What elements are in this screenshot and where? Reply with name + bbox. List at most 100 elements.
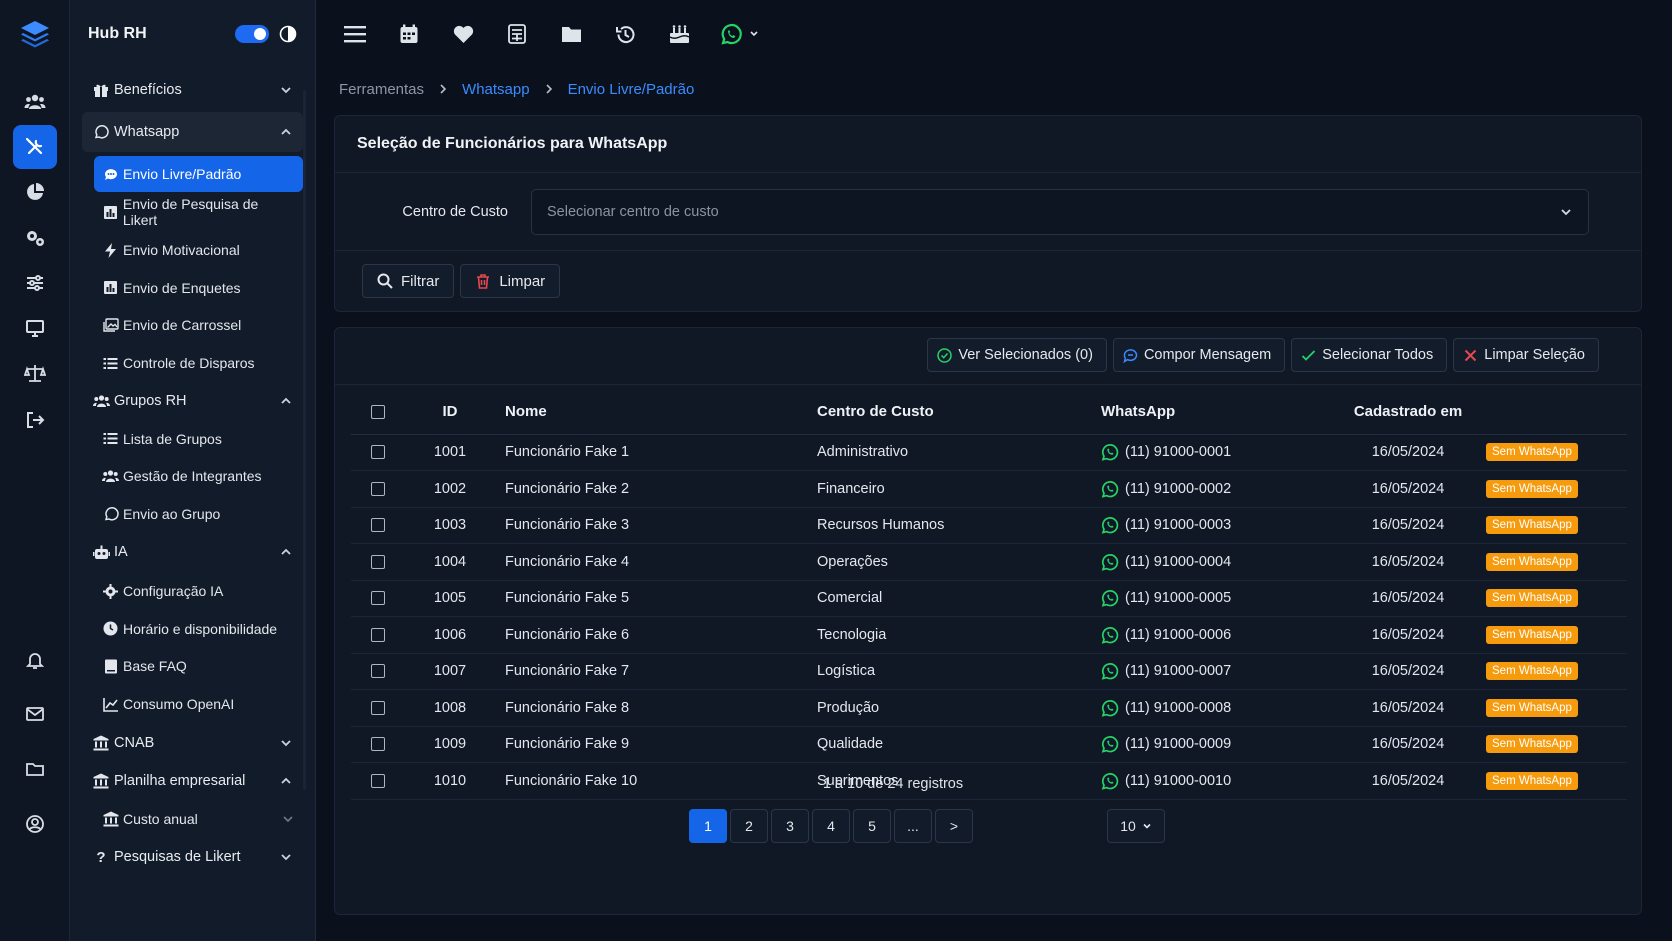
- comment-dots-icon: [102, 166, 119, 183]
- breadcrumb-current[interactable]: Envio Livre/Padrão: [568, 81, 695, 98]
- cost-center-select[interactable]: Selecionar centro de custo: [531, 188, 1589, 235]
- sidebar-item-consumo-openai[interactable]: Consumo OpenAI: [94, 685, 303, 723]
- next-page-button[interactable]: >: [935, 809, 973, 843]
- page-ellipsis[interactable]: ...: [894, 809, 932, 843]
- calendar-icon[interactable]: [396, 21, 422, 47]
- row-checkbox[interactable]: [371, 481, 385, 496]
- logout-icon[interactable]: [13, 398, 57, 442]
- row-checkbox[interactable]: [371, 554, 385, 569]
- col-cadastrado[interactable]: Cadastrado em: [1336, 390, 1480, 435]
- sidebar-item-config-ia[interactable]: Configuração IA: [94, 572, 303, 610]
- compose-message-button[interactable]: Compor Mensagem: [1112, 338, 1286, 372]
- view-selected-button[interactable]: Ver Selecionados (0): [927, 338, 1107, 372]
- search-icon: [377, 273, 393, 289]
- page-button[interactable]: 2: [730, 809, 768, 843]
- cell-centro-custo: Produção: [817, 689, 1101, 727]
- sidebar-item-envio-grupo[interactable]: Envio ao Grupo: [94, 495, 303, 532]
- clear-selection-button[interactable]: Limpar Seleção: [1453, 338, 1599, 372]
- table-row[interactable]: 1005 Funcionário Fake 5 Comercial (11) 9100…: [351, 580, 1627, 617]
- cell-centro-custo: Recursos Humanos: [817, 507, 1101, 544]
- calculator-icon[interactable]: [504, 21, 530, 47]
- table-row[interactable]: 1003 Funcionário Fake 3 Recursos Humanos (1…: [351, 507, 1627, 544]
- sidebar-item-enquetes[interactable]: Envio de Enquetes: [94, 269, 303, 306]
- breadcrumb-item[interactable]: Ferramentas: [339, 81, 424, 98]
- page-button[interactable]: 5: [853, 809, 891, 843]
- users-icon[interactable]: [13, 80, 57, 124]
- table-row[interactable]: 1009 Funcionário Fake 9 Qualidade (11) 9100…: [351, 726, 1627, 763]
- per-page-select[interactable]: 10: [1107, 809, 1165, 843]
- table-row[interactable]: 1006 Funcionário Fake 6 Tecnologia (11) 910…: [351, 616, 1627, 654]
- sidebar-group-whatsapp[interactable]: Whatsapp: [82, 112, 303, 152]
- compose-message-label: Compor Mensagem: [1143, 347, 1272, 363]
- chevron-down-icon: [1143, 823, 1151, 829]
- page-button[interactable]: 4: [812, 809, 850, 843]
- heart-icon[interactable]: [450, 21, 476, 47]
- sidebar-item-horario[interactable]: Horário e disponibilidade: [94, 610, 303, 647]
- select-all-button[interactable]: Selecionar Todos: [1291, 338, 1448, 372]
- contrast-icon[interactable]: [279, 25, 297, 43]
- mail-icon[interactable]: [13, 692, 57, 736]
- sidebar-group-cnab[interactable]: CNAB: [82, 723, 303, 762]
- monitor-icon[interactable]: [13, 306, 57, 350]
- col-whatsapp[interactable]: WhatsApp: [1101, 390, 1336, 435]
- whatsapp-icon: [1101, 626, 1119, 644]
- page-button[interactable]: 1: [689, 809, 727, 843]
- sidebar-item-likert[interactable]: Envio de Pesquisa de Likert: [94, 193, 303, 231]
- app-title: Hub RH: [88, 25, 147, 42]
- cell-nome: Funcionário Fake 2: [495, 470, 817, 508]
- sidebar-item-carrossel[interactable]: Envio de Carrossel: [94, 306, 303, 344]
- col-centro-custo[interactable]: Centro de Custo: [817, 390, 1101, 435]
- whatsapp-menu-icon[interactable]: [720, 21, 760, 47]
- table-row[interactable]: 1001 Funcionário Fake 1 Administrativo (11)…: [351, 434, 1627, 471]
- row-checkbox[interactable]: [371, 737, 385, 752]
- chevron-down-icon: [1561, 208, 1571, 215]
- clear-button[interactable]: Limpar: [460, 264, 561, 298]
- row-checkbox[interactable]: [371, 700, 385, 715]
- sidebar-group-beneficios[interactable]: Benefícios: [82, 70, 303, 110]
- row-checkbox[interactable]: [371, 664, 385, 679]
- row-checkbox[interactable]: [371, 591, 385, 606]
- folder-icon[interactable]: [13, 747, 57, 791]
- theme-toggle[interactable]: [235, 25, 269, 43]
- whatsapp-number: (11) 91000-0008: [1125, 699, 1232, 716]
- filter-button[interactable]: Filtrar: [362, 264, 455, 298]
- pagination: 1 2 3 4 5 ... >: [689, 809, 976, 843]
- sidebar-group-planilha[interactable]: Planilha empresarial: [82, 762, 303, 800]
- logo-icon[interactable]: [17, 16, 53, 52]
- table-row[interactable]: 1008 Funcionário Fake 8 Produção (11) 91000…: [351, 689, 1627, 727]
- table-row[interactable]: 1004 Funcionário Fake 4 Operações (11) 9100…: [351, 543, 1627, 581]
- sidebar-item-lista-grupos[interactable]: Lista de Grupos: [94, 420, 303, 457]
- sidebar-item-disparos[interactable]: Controle de Disparos: [94, 344, 303, 382]
- pie-chart-icon[interactable]: [13, 170, 57, 214]
- col-id[interactable]: ID: [405, 390, 495, 435]
- sidebar-scrollbar[interactable]: [303, 90, 306, 790]
- row-checkbox[interactable]: [371, 627, 385, 642]
- user-circle-icon[interactable]: [13, 802, 57, 846]
- menu-icon[interactable]: [342, 21, 368, 47]
- breadcrumb-item[interactable]: Whatsapp: [462, 81, 530, 98]
- sidebar-item-custo-anual[interactable]: Custo anual: [94, 800, 303, 838]
- history-icon[interactable]: [612, 21, 638, 47]
- row-checkbox[interactable]: [371, 518, 385, 533]
- cogs-icon[interactable]: [13, 216, 57, 260]
- sidebar-item-motivacional[interactable]: Envio Motivacional: [94, 231, 303, 269]
- table-row[interactable]: 1007 Funcionário Fake 7 Logística (11) 9100…: [351, 653, 1627, 690]
- sidebar-item-base-faq[interactable]: Base FAQ: [94, 647, 303, 685]
- balance-scale-icon[interactable]: [13, 351, 57, 395]
- sidebar-group-ia[interactable]: IA: [82, 532, 303, 572]
- cake-icon[interactable]: [666, 21, 692, 47]
- sidebar-group-likert[interactable]: ? Pesquisas de Likert: [82, 838, 303, 876]
- row-checkbox[interactable]: [371, 445, 385, 460]
- cell-cadastrado: 16/05/2024: [1336, 580, 1480, 617]
- select-all-checkbox[interactable]: [371, 405, 385, 420]
- bell-icon[interactable]: [13, 638, 57, 682]
- sidebar-item-envio-livre[interactable]: Envio Livre/Padrão: [94, 156, 303, 192]
- sidebar-group-grupos-rh[interactable]: Grupos RH: [82, 382, 303, 420]
- sliders-icon[interactable]: [13, 261, 57, 305]
- sidebar-item-gestao-integrantes[interactable]: Gestão de Integrantes: [94, 457, 303, 495]
- col-nome[interactable]: Nome: [495, 390, 817, 435]
- tools-icon[interactable]: [13, 125, 57, 169]
- table-row[interactable]: 1002 Funcionário Fake 2 Financeiro (11) 910…: [351, 470, 1627, 508]
- page-button[interactable]: 3: [771, 809, 809, 843]
- folder-icon[interactable]: [558, 21, 584, 47]
